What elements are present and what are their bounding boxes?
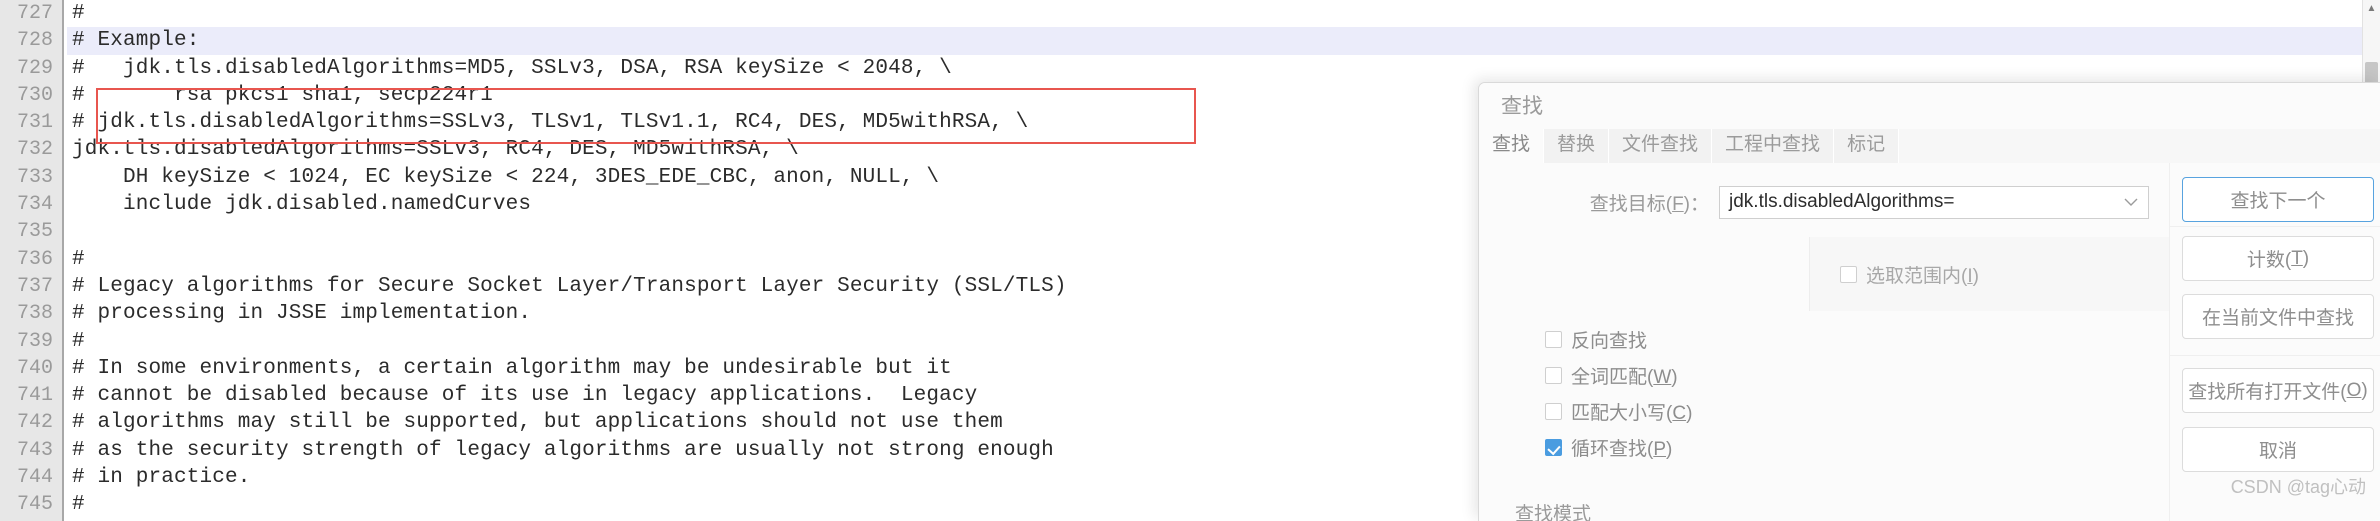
label-suffix: ) xyxy=(1686,403,1693,424)
scroll-up-arrow-icon[interactable]: ▲ xyxy=(2365,2,2378,15)
checkbox-selection-scope[interactable]: 选取范围内(I) xyxy=(1840,261,1979,288)
button-label-suffix: ) xyxy=(2302,247,2310,269)
line-number: 730 xyxy=(0,81,62,110)
line-number: 732 xyxy=(0,136,62,164)
label-suffix: ) xyxy=(1666,439,1673,460)
dialog-tab-strip[interactable]: 查找 替换 文件查找 工程中查找 标记 xyxy=(1479,127,2380,164)
code-line[interactable]: 728 # Example: xyxy=(0,27,2380,55)
label-prefix: 匹配大小写( xyxy=(1571,403,1673,424)
find-dialog[interactable]: 查找 查找 替换 文件查找 工程中查找 标记 查找目标(F)： jdk.tls.disa… xyxy=(1478,82,2380,521)
code-line[interactable]: 727 # xyxy=(0,0,2380,28)
line-number: 745 xyxy=(0,491,62,519)
find-option-label: 循环查找(P) xyxy=(1571,434,1672,461)
code-line-text[interactable]: # jdk.tls.disabledAlgorithms=MD5, SSLv3,… xyxy=(67,55,2380,82)
label-accel: W xyxy=(1653,367,1672,388)
button-label-prefix: 查找下一个 xyxy=(2230,191,2326,212)
find-option-1[interactable]: 全词匹配(W) xyxy=(1545,362,1692,389)
find-target-label-accel: F xyxy=(1672,193,1684,215)
dialog-button-0[interactable]: 查找下一个 xyxy=(2182,177,2374,222)
watermark: CSDN @tag心动 xyxy=(2230,477,2366,497)
find-target-input[interactable]: jdk.tls.disabledAlgorithms= xyxy=(1720,191,2114,213)
dialog-tab-2[interactable]: 文件查找 xyxy=(1609,129,1713,163)
find-options-list[interactable]: 反向查找 全词匹配(W) 匹配大小写(C) 循环查找(P) xyxy=(1545,326,1692,461)
line-number: 727 xyxy=(0,0,62,28)
code-line-text[interactable]: # xyxy=(67,0,2380,27)
screen-root: 727 #728 # Example: 729 # jdk.tls.disabledAl… xyxy=(0,0,2380,521)
find-option-3[interactable]: 循环查找(P) xyxy=(1545,434,1692,461)
button-label-accel: T xyxy=(2291,247,2303,269)
chevron-down-icon[interactable] xyxy=(2114,195,2148,210)
label-accel: P xyxy=(1653,439,1667,460)
checkbox-box-icon[interactable] xyxy=(1545,403,1562,420)
label-accel: C xyxy=(1672,403,1687,424)
find-target-label-suffix: )： xyxy=(1683,193,1709,215)
line-number: 742 xyxy=(0,409,62,437)
find-option-label: 反向查找 xyxy=(1571,326,1647,353)
button-label-suffix: ) xyxy=(2361,379,2368,401)
code-line[interactable]: 729 # jdk.tls.disabledAlgorithms=MD5, SSL… xyxy=(0,54,2380,82)
find-target-row: 查找目标(F)： jdk.tls.disabledAlgorithms= xyxy=(1479,185,2169,219)
dialog-tab-4[interactable]: 标记 xyxy=(1834,129,1900,163)
line-number: 728 xyxy=(0,27,62,55)
find-option-2[interactable]: 匹配大小写(C) xyxy=(1545,398,1692,425)
find-target-label-prefix: 查找目标( xyxy=(1589,193,1673,215)
dialog-body: 查找目标(F)： jdk.tls.disabledAlgorithms= 选取范… xyxy=(1479,163,2380,521)
find-mode-label: 查找模式 xyxy=(1515,504,1592,521)
line-number: 736 xyxy=(0,245,62,273)
find-target-combobox[interactable]: jdk.tls.disabledAlgorithms= xyxy=(1719,185,2149,219)
line-number: 737 xyxy=(0,272,62,301)
find-option-0[interactable]: 反向查找 xyxy=(1545,326,1692,353)
button-label-accel: O xyxy=(2346,379,2362,401)
code-line-text[interactable]: # Example: xyxy=(67,27,2380,54)
dialog-button-2[interactable]: 在当前文件中查找 xyxy=(2182,294,2374,339)
line-number: 738 xyxy=(0,300,62,328)
label-prefix: 循环查找( xyxy=(1571,439,1654,460)
line-number: 744 xyxy=(0,464,62,492)
button-label-prefix: 取消 xyxy=(2258,441,2297,462)
dialog-tab-3[interactable]: 工程中查找 xyxy=(1712,129,1835,163)
line-number: 735 xyxy=(0,218,62,246)
line-number: 740 xyxy=(0,354,62,383)
find-option-label: 全词匹配(W) xyxy=(1571,362,1678,389)
line-number: 743 xyxy=(0,436,62,465)
button-label-prefix: 计数( xyxy=(2246,250,2292,271)
dialog-button-3[interactable]: 查找所有打开文件(O) xyxy=(2182,368,2374,413)
dialog-title-bar: 查找 xyxy=(1479,83,2380,127)
button-label-prefix: 在当前文件中查找 xyxy=(2201,308,2354,329)
dialog-title: 查找 xyxy=(1501,95,1543,118)
checkbox-box-icon[interactable] xyxy=(1545,367,1562,384)
dialog-left-pane: 查找目标(F)： jdk.tls.disabledAlgorithms= 选取范… xyxy=(1479,163,2169,521)
selection-scope-panel: 选取范围内(I) xyxy=(1809,237,2169,311)
line-number: 739 xyxy=(0,327,62,355)
dialog-button-column[interactable]: 查找下一个计数(T) 在当前文件中查找查找所有打开文件(O) 取消 xyxy=(2169,163,2380,521)
label-suffix: ) xyxy=(1671,367,1678,388)
label-prefix: 全词匹配( xyxy=(1571,367,1654,388)
dialog-button-4[interactable]: 取消 xyxy=(2182,427,2374,472)
checkbox-checked-icon[interactable] xyxy=(1545,439,1562,456)
button-group-divider-1 xyxy=(2169,355,2380,356)
checkbox-label: 选取范围内(I) xyxy=(1866,261,1979,288)
line-number: 731 xyxy=(0,109,62,137)
find-target-label: 查找目标(F)： xyxy=(1479,189,1719,216)
line-number: 729 xyxy=(0,54,62,82)
button-label-prefix: 查找所有打开文件( xyxy=(2188,382,2347,403)
dialog-tab-1[interactable]: 替换 xyxy=(1544,129,1610,163)
line-number: 733 xyxy=(0,163,62,192)
button-group-divider-0 xyxy=(2169,226,2380,227)
checkbox-box-icon[interactable] xyxy=(1840,265,1857,283)
dialog-tab-0[interactable]: 查找 xyxy=(1479,129,1545,163)
line-number: 741 xyxy=(0,382,62,410)
tab-strip-filler xyxy=(1899,129,2380,163)
label-prefix: 反向查找 xyxy=(1571,331,1648,352)
checkbox-label-suffix: ) xyxy=(1972,265,1979,287)
checkbox-label-prefix: 选取范围内( xyxy=(1866,265,1968,287)
find-option-label: 匹配大小写(C) xyxy=(1571,398,1692,425)
line-number: 734 xyxy=(0,191,62,219)
checkbox-box-icon[interactable] xyxy=(1545,331,1562,348)
dialog-button-1[interactable]: 计数(T) xyxy=(2182,236,2374,281)
